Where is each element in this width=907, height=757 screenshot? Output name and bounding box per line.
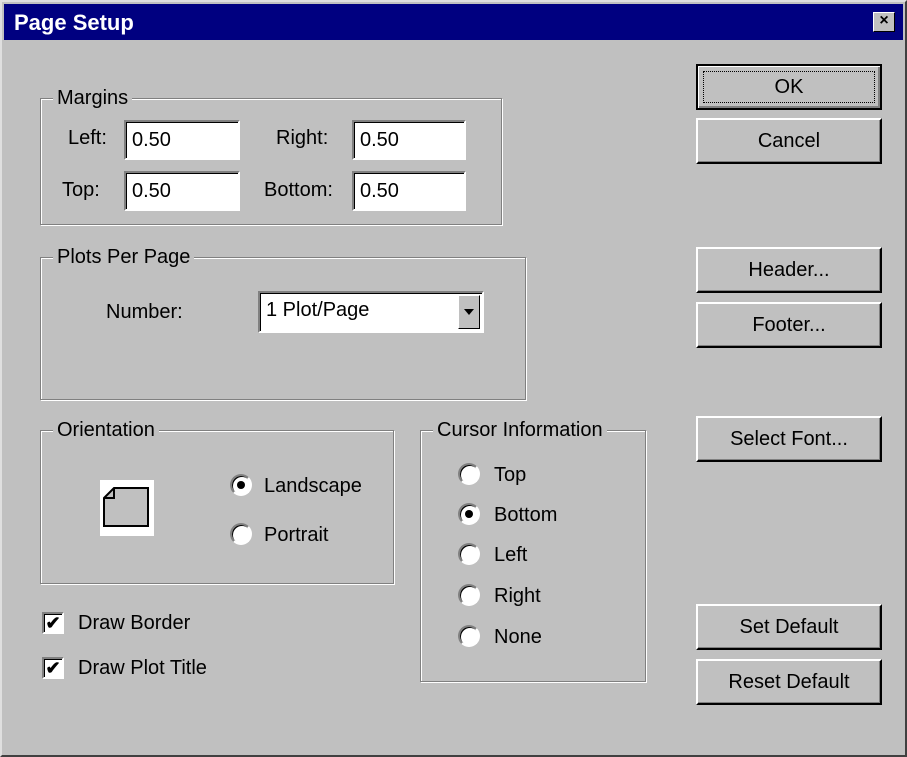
reset-default-button[interactable]: Reset Default <box>696 659 882 705</box>
cursor-left-label[interactable]: Left <box>494 543 527 567</box>
left-margin-field[interactable] <box>124 120 240 160</box>
orientation-group: Orientation <box>40 418 394 584</box>
draw-plot-title-label[interactable]: Draw Plot Title <box>78 656 207 680</box>
right-margin-label: Right: <box>276 127 329 149</box>
header-button[interactable]: Header... <box>696 247 882 293</box>
cursor-information-group-label: Cursor Information <box>433 418 607 442</box>
cursor-bottom-radio[interactable] <box>458 503 480 525</box>
radio-selected-dot <box>465 510 473 518</box>
cursor-top-radio[interactable] <box>458 463 480 485</box>
landscape-label[interactable]: Landscape <box>264 474 362 498</box>
cursor-none-radio[interactable] <box>458 625 480 647</box>
draw-plot-title-checkbox[interactable]: ✔ <box>42 657 64 679</box>
margins-group-label: Margins <box>53 86 133 110</box>
top-margin-label: Top: <box>62 179 100 201</box>
cursor-right-label[interactable]: Right <box>494 584 541 608</box>
set-default-button[interactable]: Set Default <box>696 604 882 650</box>
close-icon[interactable]: × <box>873 12 895 32</box>
radio-selected-dot <box>237 481 245 489</box>
cursor-left-radio[interactable] <box>458 543 480 565</box>
bottom-margin-field[interactable] <box>352 171 466 211</box>
draw-border-label[interactable]: Draw Border <box>78 611 190 635</box>
draw-border-checkbox[interactable]: ✔ <box>42 612 64 634</box>
cursor-right-radio[interactable] <box>458 584 480 606</box>
chevron-down-icon[interactable] <box>458 295 480 329</box>
left-margin-label: Left: <box>68 127 107 149</box>
cancel-button[interactable]: Cancel <box>696 118 882 164</box>
portrait-radio[interactable] <box>230 523 252 545</box>
top-margin-field[interactable] <box>124 171 240 211</box>
plots-per-page-group-label: Plots Per Page <box>53 245 195 269</box>
portrait-label[interactable]: Portrait <box>264 523 328 547</box>
title-bar[interactable]: Page Setup × <box>4 4 903 40</box>
page-setup-dialog: Page Setup × Margins Left: Right: Top: B… <box>0 0 907 757</box>
ok-button[interactable]: OK <box>696 64 882 110</box>
bottom-margin-label: Bottom: <box>264 179 333 201</box>
window-title: Page Setup <box>14 10 134 35</box>
select-font-button[interactable]: Select Font... <box>696 416 882 462</box>
footer-button[interactable]: Footer... <box>696 302 882 348</box>
cursor-none-label[interactable]: None <box>494 625 542 649</box>
plots-number-select[interactable]: 1 Plot/Page <box>258 291 484 333</box>
landscape-page-icon <box>100 480 154 536</box>
landscape-radio[interactable] <box>230 474 252 496</box>
number-label: Number: <box>106 301 183 323</box>
plots-number-value: 1 Plot/Page <box>266 299 370 321</box>
cursor-top-label[interactable]: Top <box>494 463 526 487</box>
cursor-bottom-label[interactable]: Bottom <box>494 503 557 527</box>
right-margin-field[interactable] <box>352 120 466 160</box>
ok-button-label: OK <box>774 76 804 98</box>
orientation-group-label: Orientation <box>53 418 159 442</box>
